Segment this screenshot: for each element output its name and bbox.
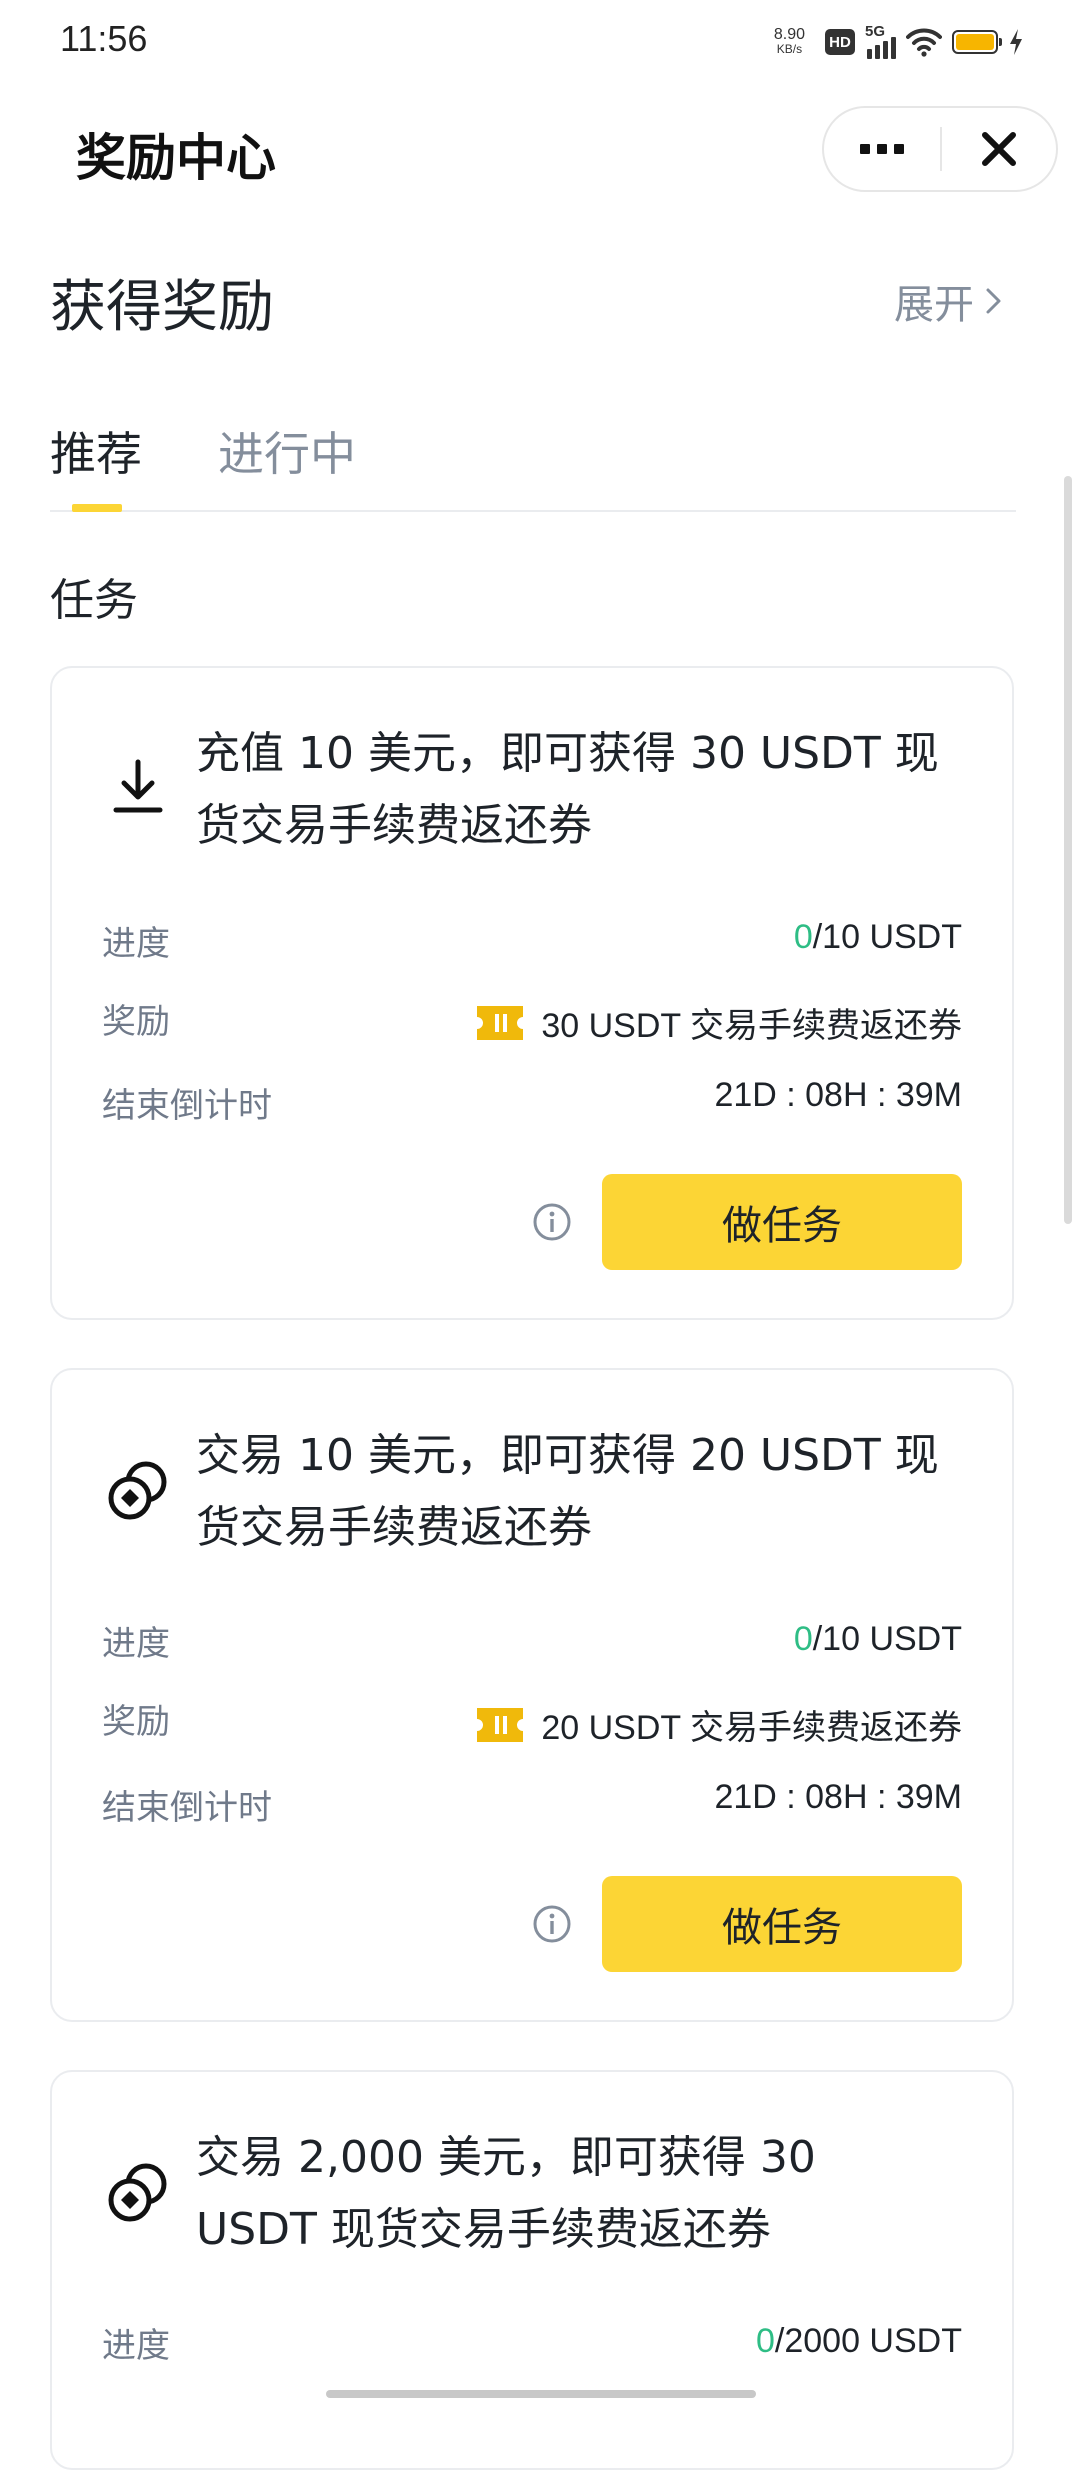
- network-speed: 8.90 KB/s: [774, 27, 805, 57]
- ticket-icon: [477, 1005, 524, 1040]
- battery-icon: [952, 30, 1002, 54]
- ellipsis-icon: [860, 144, 870, 154]
- charging-icon: [1010, 29, 1022, 55]
- reward-text: 20 USDT 交易手续费返还券: [541, 1709, 962, 1747]
- countdown-label: 结束倒计时: [102, 1086, 272, 1126]
- rewards-section-title: 获得奖励: [50, 275, 274, 340]
- tab-bar: 推荐 进行中: [50, 418, 1016, 512]
- status-bar: 11:56 8.90 KB/s HD 5G: [0, 0, 1080, 84]
- home-indicator[interactable]: [326, 2390, 756, 2398]
- tab-recommended[interactable]: 推荐: [50, 418, 142, 484]
- more-button[interactable]: [824, 108, 940, 190]
- progress-current: 0: [793, 918, 813, 956]
- wifi-icon: [906, 28, 942, 57]
- countdown-value: 21D : 08H : 39M: [714, 1076, 962, 1114]
- progress-label: 进度: [102, 2326, 170, 2366]
- info-icon[interactable]: [532, 1904, 572, 1944]
- task-title: 充值 10 美元，即可获得 30 USDT 现货交易手续费返还券: [196, 728, 939, 851]
- do-task-button[interactable]: 做任务: [602, 1876, 962, 1972]
- progress-value: 0 /10 USDT: [794, 918, 962, 957]
- network-speed-unit: KB/s: [776, 42, 803, 56]
- chevron-right-icon: [986, 288, 1001, 314]
- progress-current: 0: [793, 1620, 813, 1658]
- mini-program-capsule: [822, 106, 1058, 192]
- task-card: 交易 2,000 美元，即可获得 30 USDT 现货交易手续费返还券 进度 0…: [50, 2070, 1014, 2470]
- task-card: 交易 10 美元，即可获得 20 USDT 现货交易手续费返还券 进度 0 /1…: [50, 1368, 1014, 2022]
- countdown-value: 21D : 08H : 39M: [714, 1778, 962, 1816]
- reward-label: 奖励: [102, 1002, 170, 1042]
- progress-value: 0 /2000 USDT: [756, 2322, 962, 2361]
- info-icon[interactable]: [532, 1202, 572, 1242]
- close-button[interactable]: [942, 108, 1056, 190]
- progress-target: /10 USDT: [812, 1620, 962, 1658]
- task-title: 交易 10 美元，即可获得 20 USDT 现货交易手续费返还券: [196, 1430, 939, 1553]
- active-tab-indicator: [72, 504, 122, 512]
- reward-text: 30 USDT 交易手续费返还券: [541, 1007, 962, 1045]
- network-type-label: 5G: [865, 23, 886, 40]
- trade-coins-icon: [108, 2163, 167, 2222]
- countdown-label: 结束倒计时: [102, 1788, 272, 1828]
- signal-icon: 5G: [865, 23, 896, 59]
- tasks-section-title: 任务: [50, 575, 138, 626]
- page-title: 奖励中心: [76, 129, 276, 187]
- network-speed-value: 8.90: [773, 26, 805, 43]
- status-time: 11:56: [60, 18, 148, 59]
- progress-value: 0 /10 USDT: [794, 1620, 962, 1659]
- reward-value: 20 USDT 交易手续费返还券: [477, 1700, 962, 1749]
- reward-value: 30 USDT 交易手续费返还券: [477, 998, 962, 1047]
- task-card: 充值 10 美元，即可获得 30 USDT 现货交易手续费返还券 进度 0 /1…: [50, 666, 1014, 1320]
- task-title: 交易 2,000 美元，即可获得 30 USDT 现货交易手续费返还券: [196, 2132, 816, 2255]
- ticket-icon: [477, 1707, 524, 1742]
- download-icon: [113, 759, 163, 813]
- tab-in-progress[interactable]: 进行中: [218, 418, 356, 484]
- scrollbar[interactable]: [1064, 476, 1072, 1224]
- progress-label: 进度: [102, 1624, 170, 1664]
- status-icons: 8.90 KB/s HD 5G: [774, 22, 1024, 62]
- do-task-button[interactable]: 做任务: [602, 1174, 962, 1270]
- expand-link[interactable]: 展开: [894, 272, 1004, 330]
- progress-target: /10 USDT: [812, 918, 962, 956]
- reward-label: 奖励: [102, 1702, 170, 1742]
- progress-current: 0: [755, 2322, 775, 2360]
- hd-icon: HD: [825, 29, 855, 55]
- progress-target: /2000 USDT: [774, 2322, 962, 2360]
- close-icon: [982, 132, 1016, 166]
- progress-label: 进度: [102, 924, 170, 964]
- expand-label: 展开: [894, 282, 974, 328]
- trade-coins-icon: [108, 1461, 167, 1520]
